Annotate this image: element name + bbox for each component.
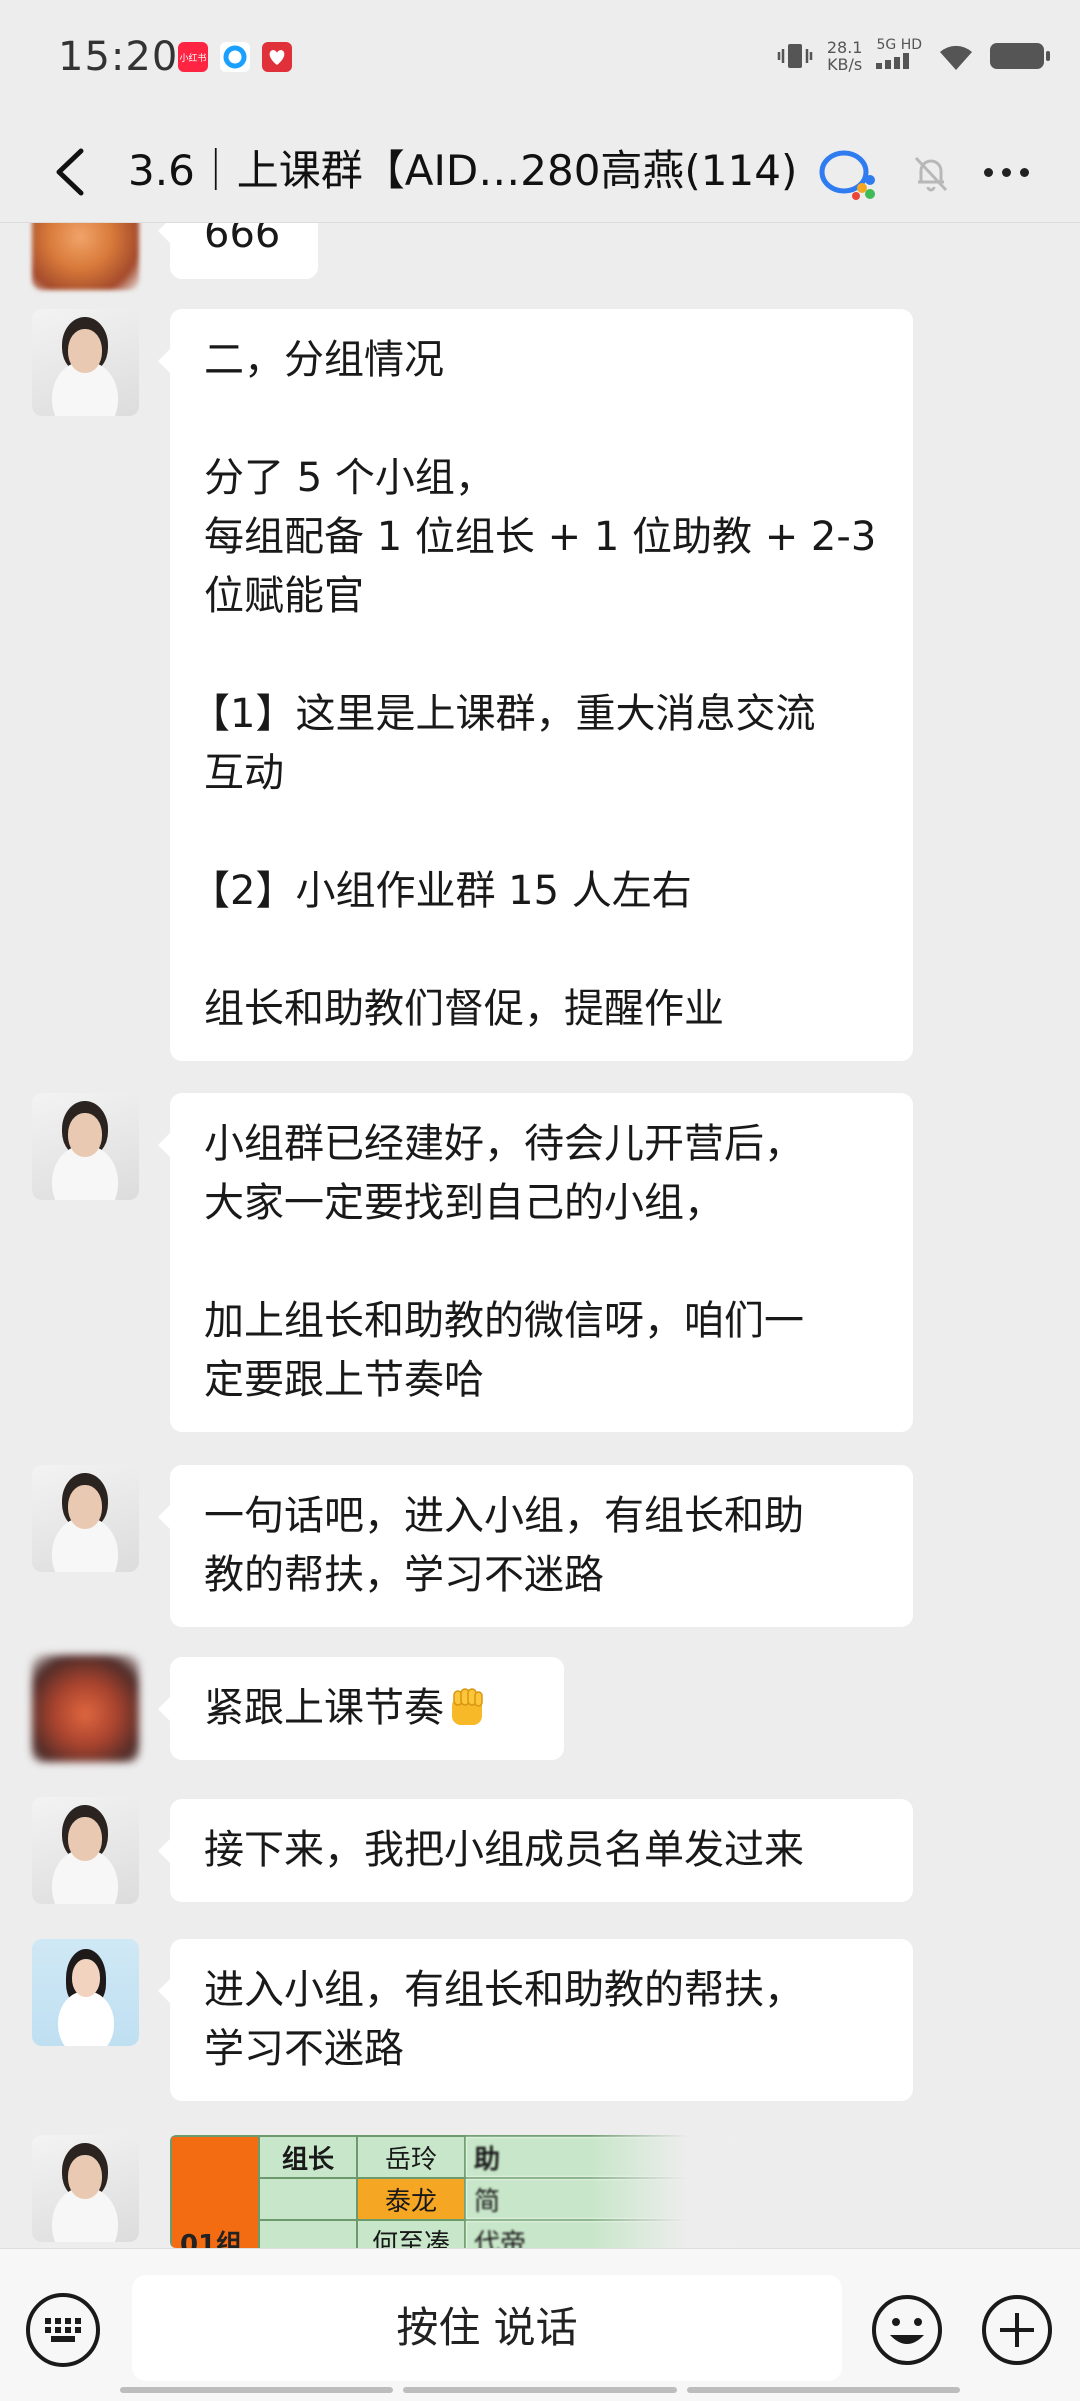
wifi-icon: [940, 45, 972, 70]
name-cell: 泰龙: [356, 2177, 466, 2221]
pinduoduo-icon: [262, 42, 292, 72]
chat-input-bar: 按住 说话: [0, 2248, 1080, 2401]
message-bubble[interactable]: 二，分组情况 分了 5 个小组， 每组配备 1 位组长 + 1 位助教 + 2-…: [158, 309, 913, 1061]
avatar[interactable]: [32, 1939, 139, 2046]
chat-title-bar: 3.6｜上课群【AID…280高燕(114): [0, 122, 1080, 223]
message-text: 定要跟上节奏哈: [204, 1357, 484, 1403]
message-text: 接下来，我把小组成员名单发过来: [204, 1827, 804, 1873]
name-cell: 岳玲: [356, 2135, 466, 2179]
message-text: 学习不迷路: [204, 2026, 404, 2072]
status-bar: 15:20 小红书 28.1 KB/s 5G HD: [0, 0, 1080, 122]
group-cell: 01组: [170, 2135, 260, 2248]
plus-icon[interactable]: [980, 2293, 1054, 2367]
status-indicators: 28.1 KB/s 5G HD: [777, 37, 1050, 74]
network-type: 5G HD: [876, 38, 922, 73]
message-bubble[interactable]: 小组群已经建好，待会儿开营后， 大家一定要找到自己的小组， 加上组长和助教的微信…: [158, 1093, 913, 1432]
message-text: 每组配备 1 位组长 + 1 位助教 + 2-3: [204, 514, 877, 560]
message-bubble[interactable]: 进入小组，有组长和助教的帮扶， 学习不迷路: [158, 1939, 913, 2101]
signal-icon: [876, 53, 910, 69]
keyboard-toggle-button[interactable]: [26, 2293, 100, 2367]
message-text: 666: [204, 223, 281, 257]
avatar[interactable]: [32, 1797, 139, 1904]
message-text: 分了 5 个小组，: [204, 455, 495, 501]
message-text: 教的帮扶，学习不迷路: [204, 1552, 604, 1598]
status-app-icons: 小红书: [178, 42, 292, 72]
image-message[interactable]: 01组 组长 岳玲 助 泰龙 简 何至凑 代帝: [170, 2135, 730, 2248]
message-bubble[interactable]: 一句话吧，进入小组，有组长和助 教的帮扶，学习不迷路: [158, 1465, 913, 1627]
message-text: 进入小组，有组长和助教的帮扶，: [204, 1967, 804, 2013]
message-text: 位赋能官: [204, 573, 364, 619]
status-time: 15:20: [58, 34, 179, 80]
chat-title[interactable]: 3.6｜上课群【AID…280高燕(114): [128, 136, 797, 206]
vibrate-icon: [777, 43, 813, 68]
message-text: 紧跟上课节奏: [204, 1679, 530, 1738]
name-cell: 何至凑: [356, 2219, 466, 2248]
back-button[interactable]: [38, 140, 102, 204]
avatar[interactable]: [32, 1093, 139, 1200]
chat-message-list[interactable]: 666 二，分组情况 分了 5 个小组， 每组配备 1 位组长 + 1 位助教 …: [0, 223, 1080, 2248]
avatar[interactable]: [32, 2135, 139, 2242]
gesture-bar: [120, 2387, 960, 2395]
keyboard-icon: [45, 2318, 81, 2342]
net-speed: 28.1 KB/s: [826, 37, 863, 74]
message-text: 【1】这里是上课群，重大消息交流: [190, 691, 816, 737]
more-options-button[interactable]: [976, 150, 1036, 194]
message-text: 【2】小组作业群 15 人左右: [190, 868, 692, 914]
browser-icon: [220, 42, 250, 72]
avatar[interactable]: [32, 1465, 139, 1572]
leader-label: 组长: [258, 2135, 358, 2179]
message-bubble[interactable]: 666: [158, 223, 318, 279]
wecom-icon: [819, 150, 875, 200]
mute-bell-icon: [914, 156, 948, 192]
chevron-left-icon: [56, 148, 84, 196]
avatar[interactable]: [32, 309, 139, 416]
message-text: 大家一定要找到自己的小组，: [204, 1180, 724, 1226]
avatar[interactable]: [32, 1655, 139, 1762]
message-bubble[interactable]: 紧跟上课节奏: [158, 1657, 564, 1760]
hold-to-talk-button[interactable]: 按住 说话: [132, 2275, 842, 2381]
raised-fist-emoji-icon: [452, 1688, 483, 1725]
xiaohongshu-icon: 小红书: [178, 42, 208, 72]
message-text: 一句话吧，进入小组，有组长和助: [204, 1493, 804, 1539]
message-text: 互动: [204, 750, 284, 796]
message-text: 组长和助教们督促，提醒作业: [204, 986, 724, 1032]
avatar[interactable]: [32, 223, 139, 290]
message-text: 二，分组情况: [204, 337, 444, 383]
battery-icon: [990, 42, 1050, 69]
message-text: 加上组长和助教的微信呀，咱们一: [204, 1298, 804, 1344]
emoji-icon[interactable]: [870, 2293, 944, 2367]
message-text: 小组群已经建好，待会儿开营后，: [204, 1121, 804, 1167]
message-bubble[interactable]: 接下来，我把小组成员名单发过来: [158, 1799, 913, 1902]
